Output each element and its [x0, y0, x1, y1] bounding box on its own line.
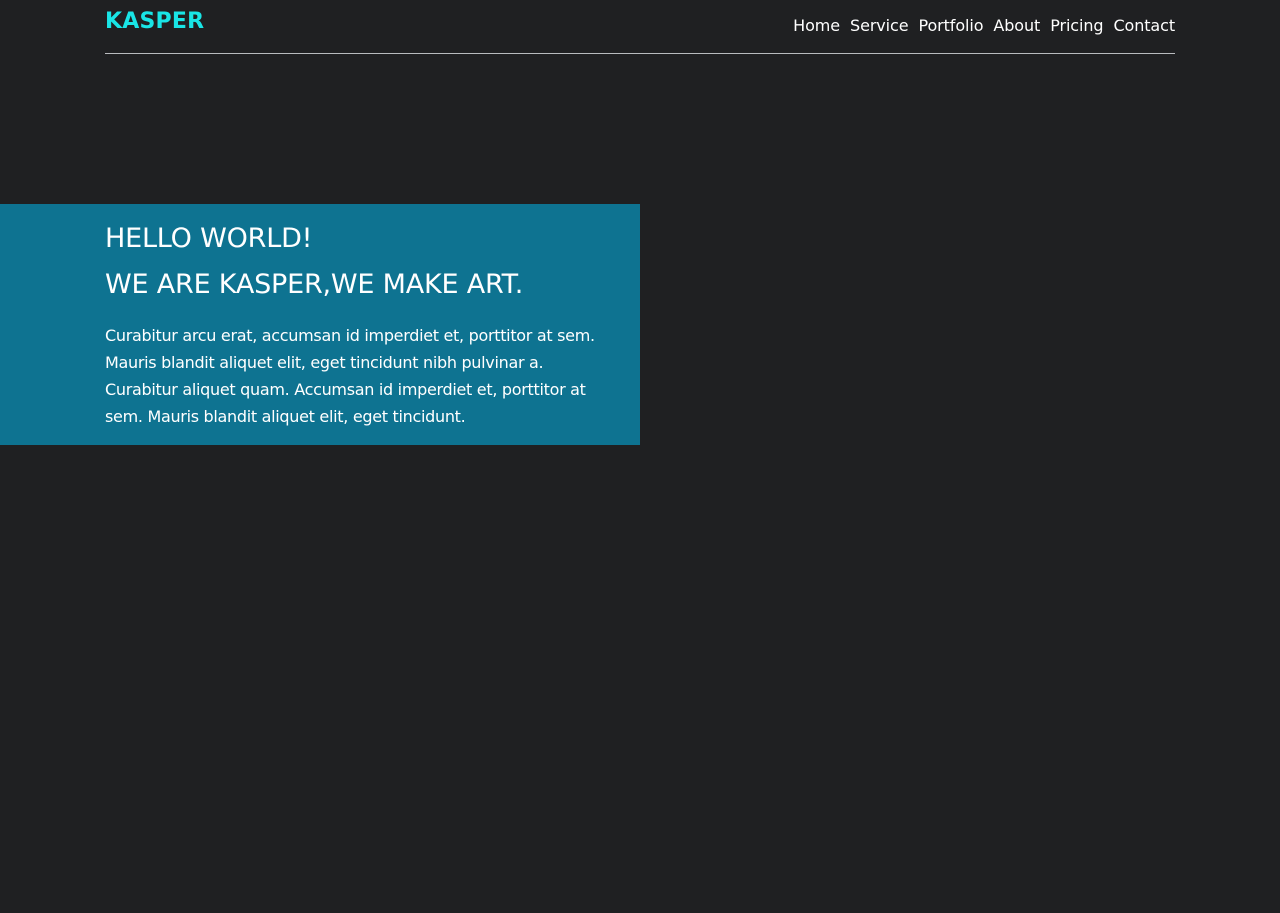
nav-link-service[interactable]: Service — [850, 16, 909, 35]
site-logo[interactable]: KASPER — [105, 8, 204, 36]
nav-link-portfolio[interactable]: Portfolio — [918, 16, 983, 35]
nav-item-home: Home — [793, 16, 840, 36]
nav-link-pricing[interactable]: Pricing — [1050, 16, 1103, 35]
nav-link-contact[interactable]: Contact — [1113, 16, 1175, 35]
hero-title: HELLO WORLD! — [105, 223, 313, 254]
site-header: KASPER Home Service Portfolio About Pric… — [105, 0, 1175, 54]
page: KASPER Home Service Portfolio About Pric… — [0, 0, 1280, 913]
nav-item-contact: Contact — [1113, 16, 1175, 36]
hero-panel: HELLO WORLD! WE ARE KASPER,WE MAKE ART. … — [0, 204, 640, 445]
hero-subtitle: WE ARE KASPER,WE MAKE ART. — [105, 269, 524, 300]
nav-item-about: About — [993, 16, 1040, 36]
nav-item-portfolio: Portfolio — [918, 16, 983, 36]
nav-item-service: Service — [850, 16, 909, 36]
nav-link-about[interactable]: About — [993, 16, 1040, 35]
nav-link-home[interactable]: Home — [793, 16, 840, 35]
hero-content: HELLO WORLD! WE ARE KASPER,WE MAKE ART. … — [105, 222, 615, 430]
hero-description: Curabitur arcu erat, accumsan id imperdi… — [105, 326, 595, 426]
nav-item-pricing: Pricing — [1050, 16, 1103, 36]
main-nav: Home Service Portfolio About Pricing Con… — [793, 16, 1175, 36]
